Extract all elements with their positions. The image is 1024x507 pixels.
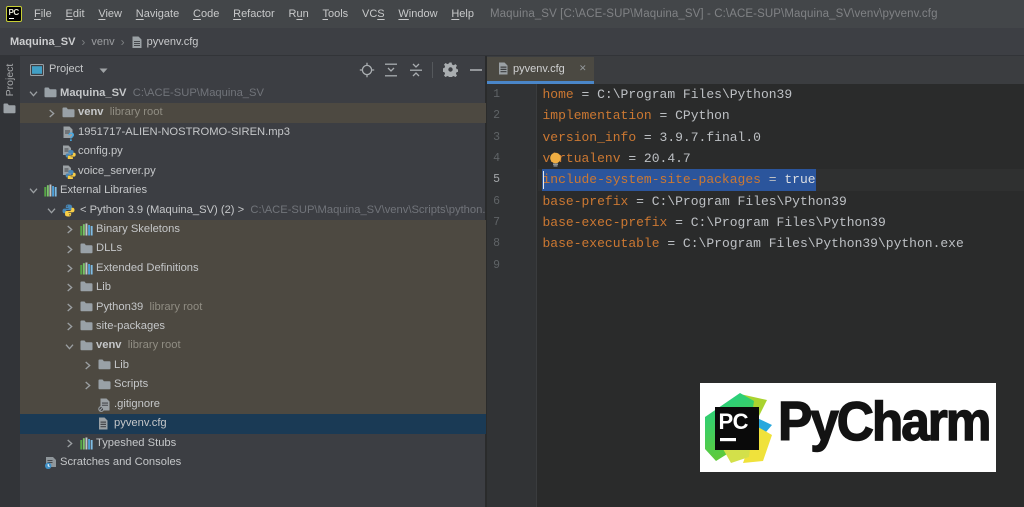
svg-text:PC: PC: [719, 409, 749, 434]
